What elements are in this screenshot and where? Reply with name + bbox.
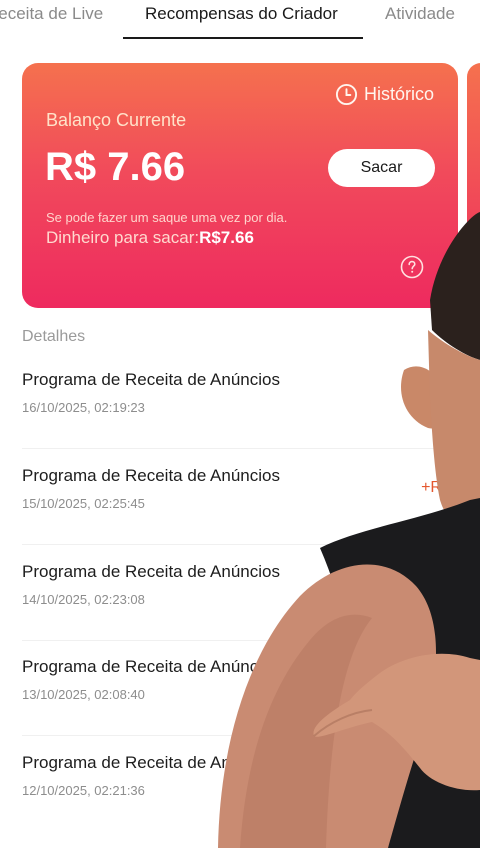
balance-label: Balanço Currente (46, 110, 187, 130)
balance-value: R$ 7.66 (45, 145, 186, 189)
balance-card: Histórico Balanço Currente R$ 7.66 Sacar… (22, 63, 458, 308)
tab-bar: Receita de Live Recompensas do Criador A… (0, 0, 480, 40)
available-to-withdraw: Dinheiro para sacar:R$7.66 (46, 228, 254, 248)
list-item[interactable]: Programa de Receita de Anúncios 12/10/20… (22, 753, 480, 848)
list-item[interactable]: Programa de Receita de Anúncios 14/10/20… (22, 562, 480, 658)
history-link[interactable]: Histórico (335, 83, 434, 106)
available-amount: R$7.66 (199, 228, 254, 247)
item-date: 12/10/2025, 02:21:36 (22, 783, 145, 798)
item-title: Programa de Receita de Anúncios (22, 466, 280, 485)
history-label: Histórico (363, 84, 434, 104)
item-date: 16/10/2025, 02:19:23 (22, 400, 145, 415)
list-item[interactable]: Programa de Receita de Anúncios 15/10/20… (22, 466, 480, 562)
item-amount: +R$0.01 (421, 383, 480, 400)
tab-atividade[interactable]: Atividade (385, 4, 455, 24)
item-amount: +R$0.01 (421, 575, 480, 592)
item-amount: +R$0.01 (421, 766, 480, 783)
withdraw-button[interactable]: Sacar (328, 149, 435, 187)
tab-recompensas-do-criador[interactable]: Recompensas do Criador (145, 4, 338, 24)
item-title: Programa de Receita de Anúncios (22, 562, 280, 581)
divider (22, 640, 442, 641)
item-title: Programa de Receita de Anúncios (22, 657, 280, 676)
item-date: 13/10/2025, 02:08:40 (22, 687, 145, 702)
item-title: Programa de Receita de Anúncios (22, 370, 280, 389)
list-item[interactable]: Programa de Receita de Anúncios 13/10/20… (22, 657, 480, 753)
available-label: Dinheiro para sacar: (46, 228, 200, 247)
item-amount: +R$0.01 (421, 479, 480, 496)
item-date: 15/10/2025, 02:25:45 (22, 496, 145, 511)
tab-receita-de-live[interactable]: Receita de Live (0, 4, 103, 24)
divider (22, 448, 442, 449)
withdraw-note: Se pode fazer um saque uma vez por dia. (46, 210, 288, 225)
item-title: Programa de Receita de Anúncios (22, 753, 280, 772)
item-amount: +R$0.01 (421, 670, 480, 687)
list-item[interactable]: Programa de Receita de Anúncios 16/10/20… (22, 370, 480, 466)
item-date: 14/10/2025, 02:23:08 (22, 592, 145, 607)
help-icon[interactable] (400, 255, 424, 279)
active-tab-indicator (123, 37, 363, 39)
details-title: Detalhes (22, 328, 86, 345)
next-card-peek (467, 63, 480, 308)
divider (22, 735, 442, 736)
clock-icon (335, 83, 358, 106)
divider (22, 544, 442, 545)
